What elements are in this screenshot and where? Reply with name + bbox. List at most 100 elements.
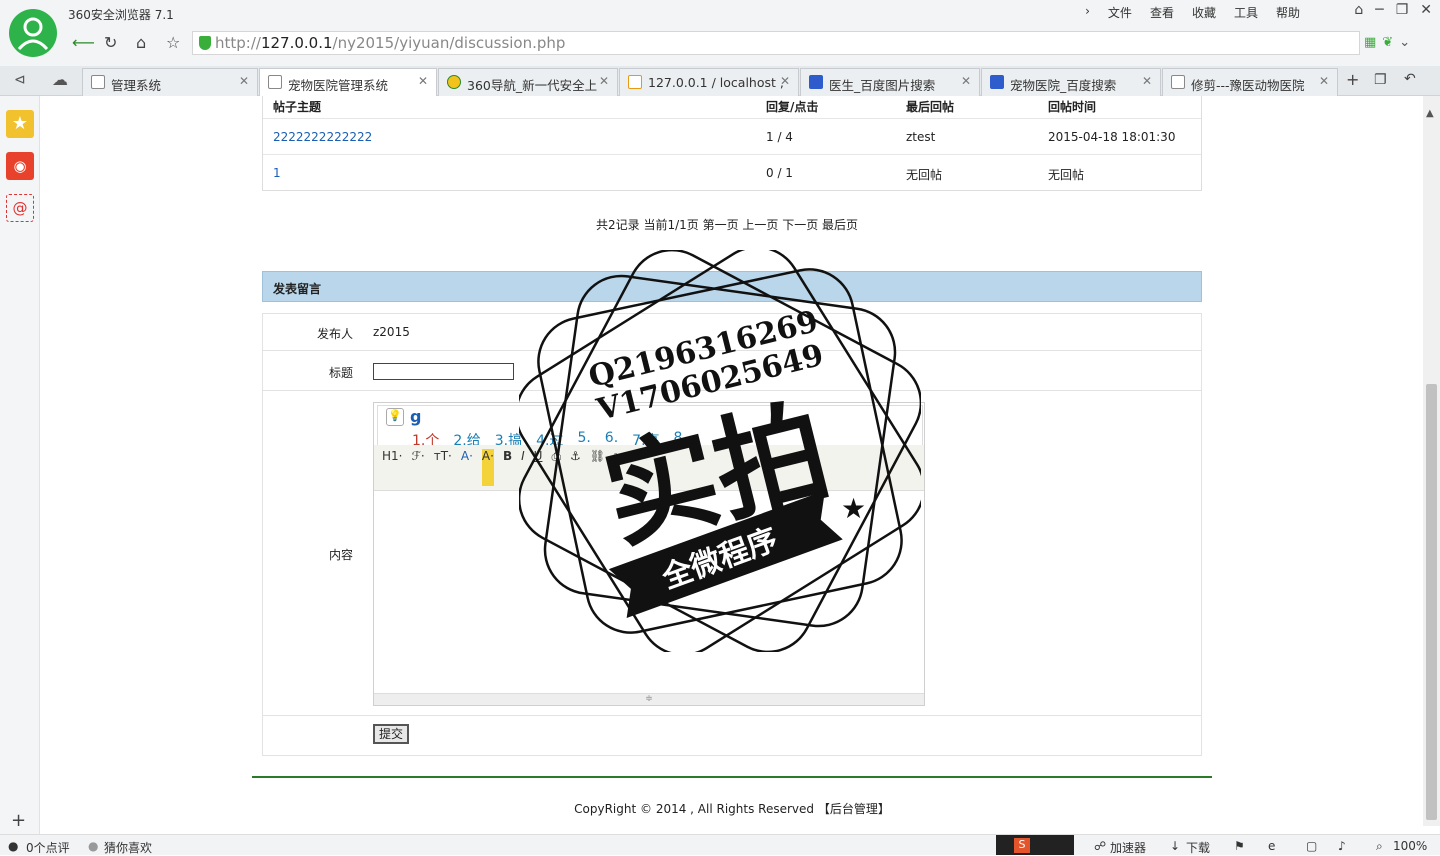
- favorites-star-icon[interactable]: ★: [6, 110, 34, 138]
- last-reply-user: 无回帖: [906, 168, 943, 182]
- font-size-button[interactable]: тT·: [434, 449, 452, 486]
- highlight-button[interactable]: A·: [481, 449, 494, 486]
- menu-tools[interactable]: 工具: [1234, 4, 1258, 21]
- status-bar: ● 0个点评 ● 猜你喜欢 S ☍ 加速器 ↓ 下载 ⚑ e ▢ ♪ ⌕ 100…: [0, 834, 1440, 855]
- home-icon[interactable]: ⌂: [136, 33, 146, 52]
- mail-icon[interactable]: @: [6, 194, 34, 222]
- footer-divider: [252, 776, 1212, 778]
- close-icon[interactable]: ✕: [780, 74, 790, 88]
- tab-management[interactable]: 管理系统 ✕: [82, 68, 258, 96]
- italic-button[interactable]: I: [521, 449, 525, 486]
- cloud-icon[interactable]: ☁: [52, 70, 68, 89]
- topic-link[interactable]: 1: [273, 166, 281, 180]
- close-icon[interactable]: ✕: [599, 74, 609, 88]
- rich-text-editor[interactable]: 💡 g 1.个 2.给 3.搞 4.过 5. 6. 7.高 8. H1· ℱ· …: [373, 402, 925, 706]
- menu-file[interactable]: 文件: [1108, 4, 1132, 21]
- poster-value: z2015: [373, 325, 410, 339]
- sound-icon[interactable]: ♪: [1338, 839, 1346, 853]
- menu-view[interactable]: 查看: [1150, 4, 1174, 21]
- tab-list-icon[interactable]: ❐: [1374, 72, 1387, 88]
- anchor-icon[interactable]: ⚓: [570, 449, 581, 486]
- window-icon[interactable]: ▢: [1306, 839, 1317, 853]
- topic-table: 帖子主题 回复/点击 最后回帖 回帖时间 2222222222222 1 / 4…: [262, 96, 1202, 191]
- window-controls: ⌂ ─ ❐ ✕: [1354, 2, 1432, 18]
- close-icon[interactable]: ✕: [1319, 74, 1329, 88]
- tab-pet-hospital[interactable]: 宠物医院管理系统 ✕: [259, 68, 437, 97]
- ie-icon[interactable]: e: [1268, 839, 1275, 853]
- minimize-button[interactable]: ─: [1375, 2, 1383, 18]
- ime-status-bar[interactable]: [996, 835, 1074, 855]
- close-icon[interactable]: ✕: [1142, 74, 1152, 88]
- scrollbar-thumb[interactable]: [1426, 384, 1437, 820]
- tab-doctor-images[interactable]: 医生_百度图片搜索 ✕: [800, 68, 980, 96]
- guess-you-like[interactable]: 猜你喜欢: [104, 839, 152, 856]
- download-icon: ↓: [1170, 839, 1181, 853]
- heading-button[interactable]: H1·: [382, 449, 402, 486]
- table-row: 1 0 / 1 无回帖 无回帖: [263, 154, 1201, 190]
- tab-360nav[interactable]: 360导航_新一代安全上 ✕: [438, 68, 618, 96]
- pagination[interactable]: 共2记录 当前1/1页 第一页 上一页 下一页 最后页: [596, 216, 858, 233]
- last-reply-user: ztest: [906, 130, 936, 144]
- sogou-icon[interactable]: S: [1014, 838, 1030, 853]
- close-icon[interactable]: ✕: [239, 74, 249, 88]
- submit-button[interactable]: 提交: [373, 724, 409, 744]
- menu-arrow-icon[interactable]: ›: [1085, 4, 1090, 21]
- menu-help[interactable]: 帮助: [1276, 4, 1300, 21]
- font-family-button[interactable]: ℱ·: [411, 449, 424, 486]
- flag-icon[interactable]: ⚑: [1234, 839, 1245, 853]
- page-icon: [268, 75, 282, 89]
- font-color-button[interactable]: A·: [461, 449, 473, 486]
- menu-favorites[interactable]: 收藏: [1192, 4, 1216, 21]
- content-label: 内容: [328, 548, 353, 562]
- weibo-icon[interactable]: ◉: [6, 152, 34, 180]
- scroll-up-icon[interactable]: ▲: [1426, 108, 1434, 119]
- close-icon[interactable]: ✕: [961, 74, 971, 88]
- comments-icon: ●: [8, 839, 19, 853]
- col-replies: 回复/点击: [766, 100, 819, 114]
- url-path: /ny2015/yiyuan/discussion.php: [332, 34, 566, 52]
- close-icon[interactable]: ✕: [418, 74, 428, 88]
- reply-time: 2015-04-18 18:01:30: [1048, 130, 1176, 144]
- link-icon[interactable]: ⛓: [590, 449, 605, 486]
- accelerator-icon: ☍: [1094, 839, 1107, 853]
- url-input[interactable]: http://127.0.0.1/ny2015/yiyuan/discussio…: [192, 31, 1360, 55]
- col-topic: 帖子主题: [273, 100, 322, 114]
- undo-close-icon[interactable]: ↶: [1404, 71, 1416, 87]
- topic-link[interactable]: 2222222222222: [273, 130, 372, 144]
- tab-phpmyadmin[interactable]: 127.0.0.1 / localhost , ✕: [619, 68, 799, 96]
- bold-button[interactable]: B: [503, 449, 512, 486]
- new-tab-icon[interactable]: +: [1346, 70, 1359, 89]
- help-icon[interactable]: ?: [633, 449, 639, 486]
- title-input[interactable]: [373, 363, 514, 380]
- qr-icon[interactable]: ▦: [1364, 35, 1376, 50]
- underline-button[interactable]: U: [534, 449, 543, 486]
- skin-icon[interactable]: ⌂: [1354, 2, 1363, 18]
- side-bar: ★ ◉ @ +: [0, 96, 40, 834]
- security-shield-icon[interactable]: [199, 36, 211, 50]
- print-icon[interactable]: ⎙: [551, 449, 561, 486]
- tab-pet-search[interactable]: 宠物医院_百度搜索 ✕: [981, 68, 1161, 96]
- browser-logo-icon[interactable]: [9, 9, 57, 57]
- col-reply-time: 回帖时间: [1048, 100, 1097, 114]
- unlink-icon[interactable]: ✂: [614, 449, 624, 486]
- chevron-down-icon[interactable]: ⌄: [1399, 35, 1410, 50]
- zoom-level[interactable]: 100%: [1393, 839, 1427, 853]
- replies-count: 1 / 4: [766, 130, 793, 144]
- maximize-button[interactable]: ❐: [1396, 2, 1409, 18]
- tab-grooming[interactable]: 修剪---豫医动物医院 ✕: [1162, 68, 1338, 96]
- star-icon[interactable]: ☆: [166, 33, 180, 52]
- zoom-icon: ⌕: [1376, 839, 1383, 853]
- editor-resize-handle[interactable]: ≑: [374, 693, 924, 705]
- add-sidebar-icon[interactable]: +: [11, 810, 26, 831]
- footer-copyright: CopyRight © 2014 , All Rights Reserved 【…: [574, 802, 890, 816]
- download[interactable]: 下载: [1186, 839, 1210, 856]
- accelerator[interactable]: 加速器: [1110, 839, 1146, 856]
- title-row: 标题: [263, 351, 1201, 391]
- collapse-tabs-icon[interactable]: ⊲: [14, 72, 26, 88]
- close-button[interactable]: ✕: [1420, 2, 1432, 18]
- leaf-icon[interactable]: ❦: [1382, 35, 1393, 50]
- ime-pinyin: g: [410, 407, 422, 426]
- comments-count[interactable]: 0个点评: [26, 839, 70, 856]
- refresh-icon[interactable]: ↻: [104, 33, 117, 52]
- back-icon[interactable]: ⟵: [72, 33, 95, 52]
